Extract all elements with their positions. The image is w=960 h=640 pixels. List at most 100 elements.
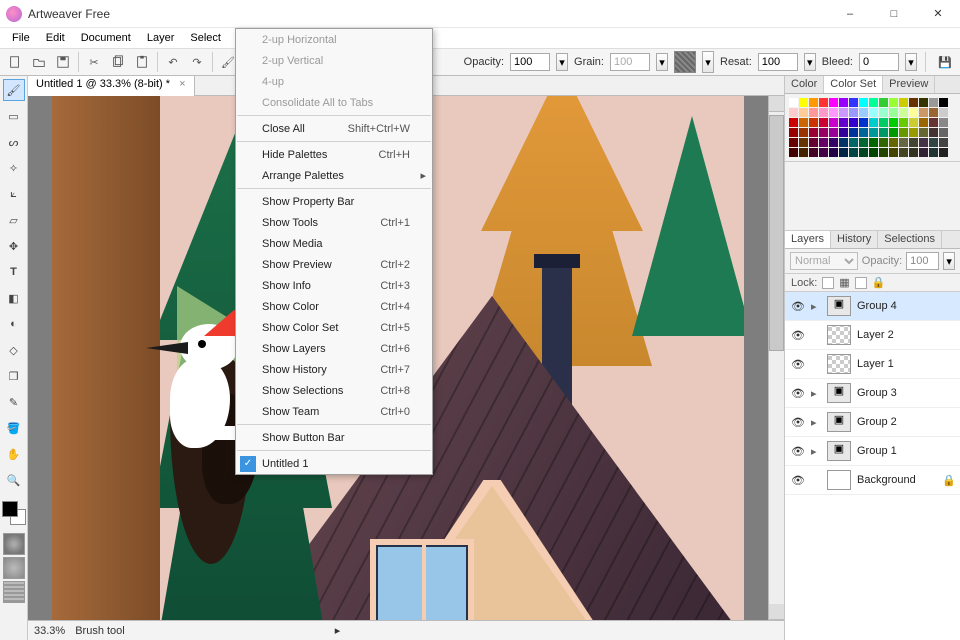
tab-preview[interactable]: Preview [883,76,935,93]
color-swatch[interactable] [839,138,848,147]
menuitem-hide-palettes[interactable]: Hide PalettesCtrl+H [236,144,432,165]
color-swatch[interactable] [899,128,908,137]
color-swatch[interactable] [919,148,928,157]
close-button[interactable]: ✕ [916,0,960,28]
color-swatch[interactable] [789,118,798,127]
zoom-tool[interactable]: 🔍 [3,469,25,491]
color-swatch[interactable] [829,138,838,147]
layer-opacity-input[interactable]: 100 [906,252,939,270]
color-swatch[interactable] [799,118,808,127]
color-swatch[interactable] [889,138,898,147]
menuitem-show-history[interactable]: Show HistoryCtrl+7 [236,359,432,380]
layer-row[interactable]: 👁▸▣Group 2 [785,408,960,437]
color-swatch[interactable] [879,98,888,107]
paper-texture-3[interactable] [3,581,25,603]
color-swatch[interactable] [789,128,798,137]
color-swatch[interactable] [919,108,928,117]
visibility-icon[interactable]: 👁 [791,474,805,487]
save-file-button[interactable] [52,51,74,73]
visibility-icon[interactable]: 👁 [791,416,805,429]
menuitem-show-property-bar[interactable]: Show Property Bar [236,191,432,212]
color-swatch[interactable] [889,118,898,127]
expand-icon[interactable]: ▸ [811,300,821,313]
color-swatch[interactable] [909,118,918,127]
menu-file[interactable]: File [4,28,38,48]
color-swatch[interactable] [909,148,918,157]
color-swatch[interactable] [909,138,918,147]
color-swatch[interactable] [849,138,858,147]
menuitem-untitled-1[interactable]: ✓Untitled 1 [236,453,432,474]
color-swatch[interactable] [899,138,908,147]
redo-button[interactable]: ↷ [186,51,208,73]
color-swatch[interactable] [859,138,868,147]
perspective-tool[interactable]: ▱ [3,209,25,231]
grain-texture-dropdown[interactable]: ▾ [702,51,714,73]
visibility-icon[interactable]: 👁 [791,300,805,313]
color-swatch[interactable] [789,138,798,147]
color-swatch[interactable] [859,108,868,117]
eraser-tool[interactable]: ◇ [3,339,25,361]
color-swatch[interactable] [879,148,888,157]
color-swatch[interactable] [839,118,848,127]
color-swatch[interactable] [829,108,838,117]
layer-row[interactable]: 👁▸▣Group 4 [785,292,960,321]
layer-row[interactable]: 👁Layer 2 [785,321,960,350]
expand-icon[interactable]: ▸ [811,445,821,458]
color-swatch[interactable] [819,108,828,117]
color-swatch[interactable] [939,138,948,147]
magic-wand-tool[interactable]: ✧ [3,157,25,179]
layer-row[interactable]: 👁▸▣Group 3 [785,379,960,408]
menuitem-show-media[interactable]: Show Media [236,233,432,254]
color-swatch[interactable] [929,138,938,147]
color-swatch[interactable] [899,148,908,157]
color-swatch[interactable] [929,118,938,127]
color-swatch[interactable] [889,148,898,157]
tab-history[interactable]: History [831,231,878,248]
resat-input[interactable]: 100 [758,53,798,71]
color-swatch[interactable] [819,98,828,107]
color-swatch[interactable] [839,148,848,157]
lasso-tool[interactable]: ᔕ [3,131,25,153]
color-swatch[interactable] [829,128,838,137]
color-swatch[interactable] [869,98,878,107]
color-swatch[interactable] [789,108,798,117]
color-swatch[interactable] [799,128,808,137]
menu-document[interactable]: Document [73,28,139,48]
eyedropper-tool[interactable]: ✎ [3,391,25,413]
minimize-button[interactable]: – [828,0,872,28]
color-swatch[interactable] [909,98,918,107]
color-swatch[interactable] [799,148,808,157]
color-swatch[interactable] [859,98,868,107]
paper-texture-2[interactable] [3,557,25,579]
scroll-up-button[interactable] [769,96,784,112]
lock-pixels-icon[interactable]: ▦ [839,276,849,289]
layer-opacity-spinner[interactable]: ▾ [943,252,955,270]
foreground-color-swatch[interactable] [2,501,18,517]
color-swatch[interactable] [909,128,918,137]
color-swatch[interactable] [829,118,838,127]
color-swatch[interactable] [859,148,868,157]
color-swatch[interactable] [799,138,808,147]
maximize-button[interactable]: □ [872,0,916,28]
color-swatches[interactable] [2,501,26,525]
color-swatch[interactable] [899,118,908,127]
color-swatch[interactable] [889,98,898,107]
color-swatch[interactable] [909,108,918,117]
color-swatch[interactable] [789,98,798,107]
brush-tool[interactable]: 🖌 [3,79,25,101]
color-swatch[interactable] [829,98,838,107]
fill-tool[interactable]: 🪣 [3,417,25,439]
color-swatch[interactable] [819,138,828,147]
open-file-button[interactable] [28,51,50,73]
lock-all-icon[interactable]: 🔒 [872,276,886,289]
color-swatch[interactable] [869,108,878,117]
color-swatch[interactable] [869,138,878,147]
menu-edit[interactable]: Edit [38,28,73,48]
color-swatch[interactable] [869,148,878,157]
shape-tool[interactable]: ◧ [3,287,25,309]
color-swatch[interactable] [809,138,818,147]
status-caret-icon[interactable]: ▸ [335,624,341,637]
layer-row[interactable]: 👁Background🔒 [785,466,960,495]
color-swatch[interactable] [879,128,888,137]
color-swatch[interactable] [939,118,948,127]
